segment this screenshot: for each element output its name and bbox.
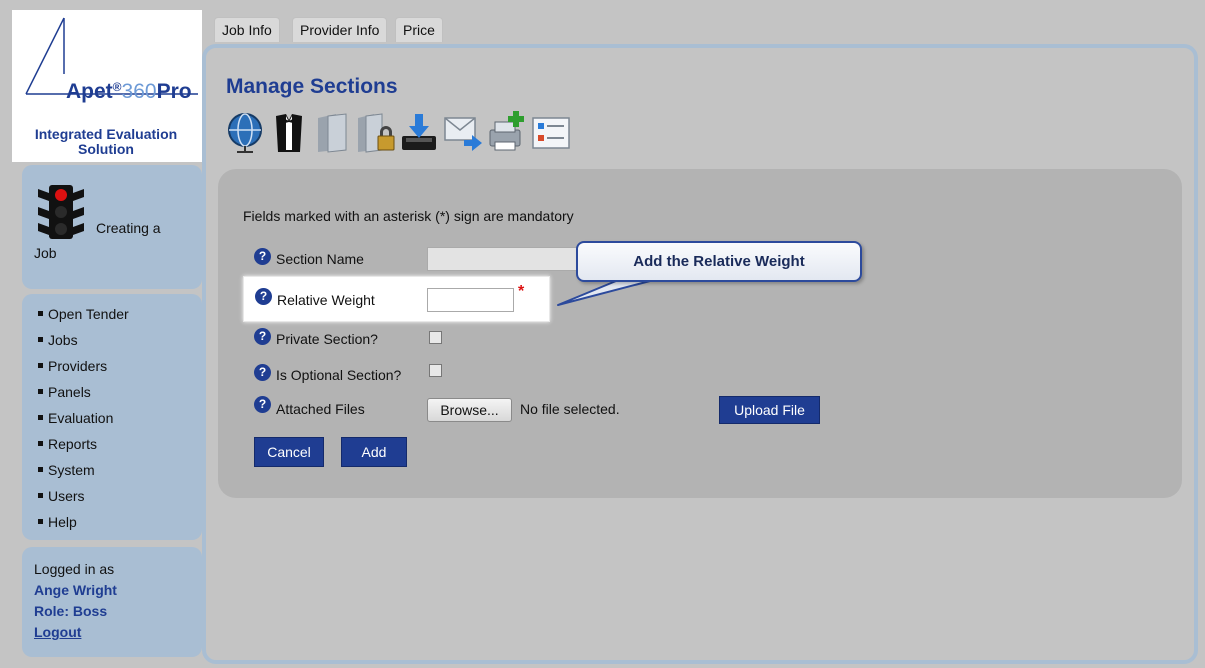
list-icon[interactable] <box>530 110 572 154</box>
nav-item-evaluation[interactable]: Evaluation <box>38 408 129 434</box>
nav-item-users[interactable]: Users <box>38 486 129 512</box>
nav-item-label: Help <box>48 514 77 530</box>
callout-box: Add the Relative Weight <box>576 241 862 282</box>
status-text: Creating a <box>96 220 161 236</box>
user-panel: Logged in as Ange Wright Role: Boss Logo… <box>22 547 202 657</box>
nav-item-system[interactable]: System <box>38 460 129 486</box>
inbox-download-icon[interactable] <box>398 110 440 154</box>
section-name-input[interactable] <box>427 247 585 271</box>
nav-item-label: Users <box>48 488 85 504</box>
logo-brand: Apet®360Pro <box>66 80 192 103</box>
bullet-icon <box>38 388 43 394</box>
traffic-light-icon <box>38 185 84 239</box>
nav-item-label: Reports <box>48 436 98 452</box>
optional-section-label: Is Optional Section? <box>276 367 402 383</box>
nav-panel: Open Tender Jobs Providers Panels Evalua… <box>22 294 202 540</box>
bullet-icon <box>38 440 43 446</box>
user-role: Role: Boss <box>34 603 108 619</box>
mandatory-note: Fields marked with an asterisk (*) sign … <box>243 208 574 224</box>
nav-item-label: System <box>48 462 95 478</box>
add-button[interactable]: Add <box>341 437 407 467</box>
logout-link[interactable]: Logout <box>34 624 81 640</box>
relative-weight-input[interactable] <box>427 288 514 312</box>
nav-item-reports[interactable]: Reports <box>38 434 129 460</box>
nav-list: Open Tender Jobs Providers Panels Evalua… <box>38 304 129 538</box>
tab-price[interactable]: Price <box>395 17 443 42</box>
help-icon[interactable]: ? <box>254 396 271 413</box>
upload-file-button[interactable]: Upload File <box>719 396 820 424</box>
add-printer-icon[interactable] <box>486 110 528 154</box>
nav-item-label: Open Tender <box>48 306 129 322</box>
nav-item-help[interactable]: Help <box>38 512 129 538</box>
folder-icon[interactable] <box>312 110 354 154</box>
bullet-icon <box>38 466 43 472</box>
optional-section-checkbox[interactable] <box>429 364 442 377</box>
logged-in-label: Logged in as <box>34 561 115 577</box>
nav-item-panels[interactable]: Panels <box>38 382 129 408</box>
help-icon[interactable]: ? <box>254 328 271 345</box>
nav-item-label: Jobs <box>48 332 78 348</box>
cancel-button[interactable]: Cancel <box>254 437 324 467</box>
nav-item-label: Evaluation <box>48 410 114 426</box>
bullet-icon <box>38 414 43 420</box>
bullet-icon <box>38 518 43 524</box>
logo-subtitle: Integrated Evaluation Solution <box>34 126 178 157</box>
nav-item-open-tender[interactable]: Open Tender <box>38 304 129 330</box>
nav-item-providers[interactable]: Providers <box>38 356 129 382</box>
nav-item-jobs[interactable]: Jobs <box>38 330 129 356</box>
status-text-2: Job <box>34 245 57 261</box>
bullet-icon <box>38 492 43 498</box>
section-name-label: Section Name <box>276 251 364 267</box>
bullet-icon <box>38 310 43 316</box>
help-icon[interactable]: ? <box>255 288 272 305</box>
tab-job-info[interactable]: Job Info <box>214 17 280 42</box>
mail-forward-icon[interactable] <box>442 110 484 154</box>
browse-button[interactable]: Browse... <box>427 398 512 422</box>
attached-files-label: Attached Files <box>276 401 365 417</box>
bullet-icon <box>38 336 43 342</box>
logo: Apet®360Pro Integrated Evaluation Solutio… <box>12 10 202 162</box>
private-section-label: Private Section? <box>276 331 378 347</box>
nav-item-label: Providers <box>48 358 108 374</box>
nav-item-label: Panels <box>48 384 91 400</box>
folder-lock-icon[interactable] <box>354 110 396 154</box>
page-title: Manage Sections <box>226 75 398 98</box>
help-icon[interactable]: ? <box>254 248 271 265</box>
globe-icon[interactable] <box>224 110 266 154</box>
help-icon[interactable]: ? <box>254 364 271 381</box>
bullet-icon <box>38 362 43 368</box>
private-section-checkbox[interactable] <box>429 331 442 344</box>
user-name: Ange Wright <box>34 582 117 598</box>
tuxedo-icon[interactable] <box>268 110 310 154</box>
tab-provider-info[interactable]: Provider Info <box>292 17 388 42</box>
relative-weight-label: Relative Weight <box>277 292 375 308</box>
required-asterisk: * <box>518 283 525 300</box>
status-panel: Creating a Job <box>22 165 202 289</box>
no-file-text: No file selected. <box>520 401 620 417</box>
logo-mark <box>25 17 198 95</box>
